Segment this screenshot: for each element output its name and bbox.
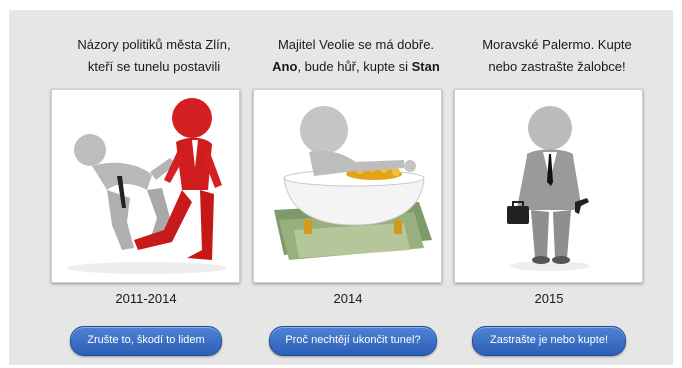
intimidate-or-buy-button[interactable]: Zastrašte je nebo kupte! — [472, 326, 626, 356]
caption-2-bold-stan: Stan — [411, 59, 440, 74]
figure-with-briefcase-and-gun-icon — [507, 106, 590, 271]
caption-2-bold-ano: Ano — [272, 59, 298, 74]
caption-2: Majitel Veolie se má dobře. Ano, bude hů… — [251, 34, 461, 78]
why-not-end-tunnel-button[interactable]: Proč nechtějí ukončit tunel? — [269, 326, 437, 356]
caption-3: Moravské Palermo. Kupte nebo zastrašte ž… — [452, 34, 662, 78]
main-panel: Názory politiků města Zlín, kteří se tun… — [9, 10, 673, 365]
caption-3-line-2: nebo zastrašte žalobce! — [488, 59, 626, 74]
caption-1-line-2: kteří se tunelu postavili — [87, 59, 221, 74]
caption-1: Názory politiků města Zlín, kteří se tun… — [49, 34, 259, 78]
figure-in-bathtub-with-money-icon — [274, 106, 432, 260]
red-figure-kicking-gray-figure-icon — [67, 98, 227, 274]
caption-2-mid: , bude hůř, kupte si — [297, 59, 412, 74]
caption-1-line-1: Názory politiků města Zlín, — [77, 37, 231, 52]
caption-3-line-1: Moravské Palermo. Kupte — [482, 37, 632, 52]
year-3: 2015 — [534, 291, 564, 306]
image-card-3 — [454, 89, 643, 283]
image-card-2 — [253, 89, 442, 283]
caption-2-line-1: Majitel Veolie se má dobře. — [277, 37, 435, 52]
stop-it-button[interactable]: Zrušte to, škodí to lidem — [70, 326, 222, 356]
year-2: 2014 — [333, 291, 363, 306]
year-1: 2011-2014 — [115, 291, 177, 306]
image-card-1 — [51, 89, 240, 283]
caption-2-line-2: Ano, bude hůř, kupte si Stan — [251, 56, 461, 78]
